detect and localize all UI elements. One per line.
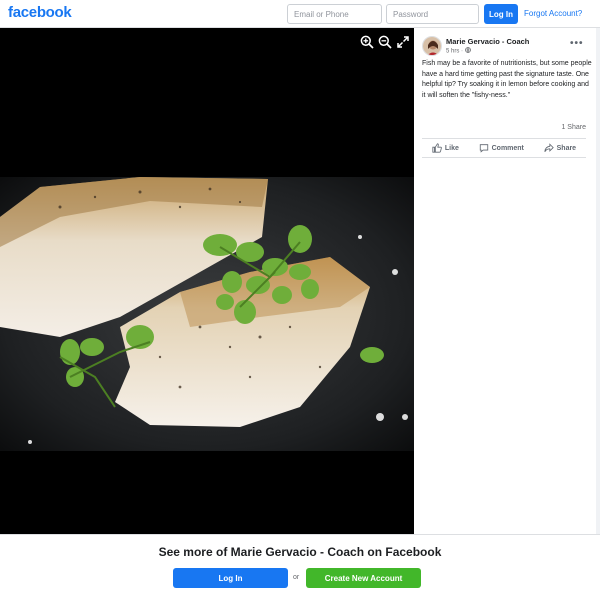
facebook-logo[interactable]: facebook xyxy=(8,4,72,21)
post-actions: Like Comment Share xyxy=(422,138,586,158)
post-panel: Marie Gervacio - Coach 5 hrs · ••• Fish … xyxy=(414,28,600,534)
email-input[interactable] xyxy=(287,4,382,24)
like-button[interactable]: Like xyxy=(432,143,459,153)
share-label: Share xyxy=(556,144,577,152)
like-label: Like xyxy=(444,144,459,152)
author-avatar[interactable] xyxy=(422,36,442,56)
top-bar: facebook Log In Forgot Account? xyxy=(0,0,600,28)
comment-button[interactable]: Comment xyxy=(479,143,524,153)
banner-login-button[interactable]: Log In xyxy=(173,568,288,588)
zoom-out-icon[interactable] xyxy=(378,35,392,49)
panel-scrollbar[interactable] xyxy=(596,28,600,534)
fish-photo xyxy=(0,177,414,451)
share-button[interactable]: Share xyxy=(544,143,576,153)
zoom-in-icon[interactable] xyxy=(360,35,374,49)
comment-label: Comment xyxy=(491,144,524,152)
post-timestamp[interactable]: 5 hrs · xyxy=(446,47,471,55)
banner-title: See more of Marie Gervacio - Coach on Fa… xyxy=(158,545,442,559)
banner-or-text: or xyxy=(293,574,300,581)
post-text: Fish may be a favorite of nutritionists,… xyxy=(422,60,592,99)
password-input[interactable] xyxy=(386,4,479,24)
top-login-button[interactable]: Log In xyxy=(484,4,518,24)
create-account-button[interactable]: Create New Account xyxy=(306,568,421,588)
author-name[interactable]: Marie Gervacio - Coach xyxy=(446,37,529,46)
fullscreen-icon[interactable] xyxy=(396,35,410,49)
like-icon xyxy=(432,143,442,153)
share-icon xyxy=(544,143,554,152)
share-count[interactable]: 1 Share xyxy=(561,124,586,131)
globe-icon xyxy=(464,47,471,53)
post-time: 5 hrs · xyxy=(446,48,465,55)
photo-viewer xyxy=(0,28,414,534)
signup-banner: See more of Marie Gervacio - Coach on Fa… xyxy=(0,534,600,600)
comment-icon xyxy=(479,144,488,153)
more-icon[interactable]: ••• xyxy=(570,38,584,49)
forgot-account-link[interactable]: Forgot Account? xyxy=(524,9,582,18)
